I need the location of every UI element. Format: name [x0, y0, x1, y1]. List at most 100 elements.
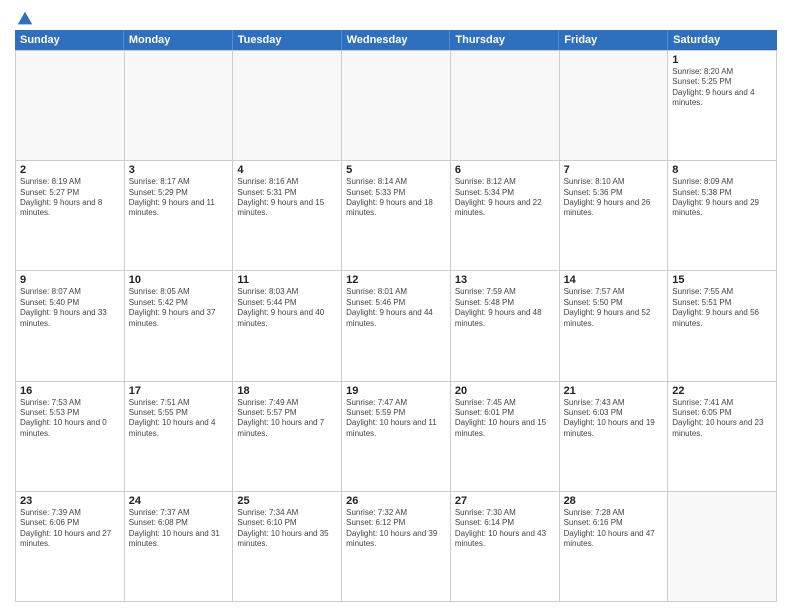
day-number: 2	[20, 164, 120, 176]
cal-cell	[125, 51, 234, 161]
day-info: Sunrise: 7:51 AM Sunset: 5:55 PM Dayligh…	[129, 398, 229, 440]
day-info: Sunrise: 8:20 AM Sunset: 5:25 PM Dayligh…	[672, 67, 772, 109]
day-number: 23	[20, 495, 120, 507]
day-number: 15	[672, 274, 772, 286]
cal-cell: 19Sunrise: 7:47 AM Sunset: 5:59 PM Dayli…	[342, 382, 451, 492]
day-info: Sunrise: 7:34 AM Sunset: 6:10 PM Dayligh…	[237, 508, 337, 550]
cal-cell: 24Sunrise: 7:37 AM Sunset: 6:08 PM Dayli…	[125, 492, 234, 602]
cal-cell	[233, 51, 342, 161]
header-day-wednesday: Wednesday	[342, 30, 451, 50]
cal-cell: 5Sunrise: 8:14 AM Sunset: 5:33 PM Daylig…	[342, 161, 451, 271]
day-number: 25	[237, 495, 337, 507]
cal-cell: 16Sunrise: 7:53 AM Sunset: 5:53 PM Dayli…	[16, 382, 125, 492]
day-info: Sunrise: 7:28 AM Sunset: 6:16 PM Dayligh…	[564, 508, 664, 550]
logo-icon	[16, 10, 34, 28]
day-number: 3	[129, 164, 229, 176]
day-info: Sunrise: 7:30 AM Sunset: 6:14 PM Dayligh…	[455, 508, 555, 550]
day-info: Sunrise: 8:07 AM Sunset: 5:40 PM Dayligh…	[20, 287, 120, 329]
day-info: Sunrise: 8:17 AM Sunset: 5:29 PM Dayligh…	[129, 177, 229, 219]
day-info: Sunrise: 7:45 AM Sunset: 6:01 PM Dayligh…	[455, 398, 555, 440]
day-info: Sunrise: 7:47 AM Sunset: 5:59 PM Dayligh…	[346, 398, 446, 440]
header-day-monday: Monday	[124, 30, 233, 50]
day-number: 12	[346, 274, 446, 286]
calendar-header: SundayMondayTuesdayWednesdayThursdayFrid…	[15, 30, 777, 50]
cal-cell: 2Sunrise: 8:19 AM Sunset: 5:27 PM Daylig…	[16, 161, 125, 271]
cal-cell: 8Sunrise: 8:09 AM Sunset: 5:38 PM Daylig…	[668, 161, 777, 271]
cal-cell: 22Sunrise: 7:41 AM Sunset: 6:05 PM Dayli…	[668, 382, 777, 492]
day-info: Sunrise: 7:59 AM Sunset: 5:48 PM Dayligh…	[455, 287, 555, 329]
day-info: Sunrise: 7:43 AM Sunset: 6:03 PM Dayligh…	[564, 398, 664, 440]
day-number: 26	[346, 495, 446, 507]
header-day-saturday: Saturday	[668, 30, 777, 50]
cal-cell: 14Sunrise: 7:57 AM Sunset: 5:50 PM Dayli…	[560, 271, 669, 381]
day-info: Sunrise: 8:14 AM Sunset: 5:33 PM Dayligh…	[346, 177, 446, 219]
day-number: 11	[237, 274, 337, 286]
day-number: 16	[20, 385, 120, 397]
header-day-sunday: Sunday	[15, 30, 124, 50]
cal-cell: 12Sunrise: 8:01 AM Sunset: 5:46 PM Dayli…	[342, 271, 451, 381]
week-row-2: 2Sunrise: 8:19 AM Sunset: 5:27 PM Daylig…	[16, 161, 777, 271]
day-number: 27	[455, 495, 555, 507]
cal-cell: 6Sunrise: 8:12 AM Sunset: 5:34 PM Daylig…	[451, 161, 560, 271]
cal-cell: 3Sunrise: 8:17 AM Sunset: 5:29 PM Daylig…	[125, 161, 234, 271]
day-number: 1	[672, 54, 772, 66]
cal-cell: 26Sunrise: 7:32 AM Sunset: 6:12 PM Dayli…	[342, 492, 451, 602]
cal-cell: 15Sunrise: 7:55 AM Sunset: 5:51 PM Dayli…	[668, 271, 777, 381]
cal-cell	[668, 492, 777, 602]
week-row-1: 1Sunrise: 8:20 AM Sunset: 5:25 PM Daylig…	[16, 51, 777, 161]
cal-cell	[560, 51, 669, 161]
cal-cell	[16, 51, 125, 161]
cal-cell: 4Sunrise: 8:16 AM Sunset: 5:31 PM Daylig…	[233, 161, 342, 271]
day-number: 14	[564, 274, 664, 286]
cal-cell: 10Sunrise: 8:05 AM Sunset: 5:42 PM Dayli…	[125, 271, 234, 381]
day-number: 17	[129, 385, 229, 397]
cal-cell: 21Sunrise: 7:43 AM Sunset: 6:03 PM Dayli…	[560, 382, 669, 492]
day-number: 7	[564, 164, 664, 176]
day-info: Sunrise: 7:49 AM Sunset: 5:57 PM Dayligh…	[237, 398, 337, 440]
day-number: 13	[455, 274, 555, 286]
cal-cell: 25Sunrise: 7:34 AM Sunset: 6:10 PM Dayli…	[233, 492, 342, 602]
day-info: Sunrise: 8:16 AM Sunset: 5:31 PM Dayligh…	[237, 177, 337, 219]
cal-cell: 13Sunrise: 7:59 AM Sunset: 5:48 PM Dayli…	[451, 271, 560, 381]
cal-cell: 1Sunrise: 8:20 AM Sunset: 5:25 PM Daylig…	[668, 51, 777, 161]
day-number: 9	[20, 274, 120, 286]
day-info: Sunrise: 7:39 AM Sunset: 6:06 PM Dayligh…	[20, 508, 120, 550]
day-number: 5	[346, 164, 446, 176]
week-row-3: 9Sunrise: 8:07 AM Sunset: 5:40 PM Daylig…	[16, 271, 777, 381]
day-number: 20	[455, 385, 555, 397]
day-number: 8	[672, 164, 772, 176]
cal-cell	[451, 51, 560, 161]
cal-cell: 9Sunrise: 8:07 AM Sunset: 5:40 PM Daylig…	[16, 271, 125, 381]
day-number: 10	[129, 274, 229, 286]
day-number: 21	[564, 385, 664, 397]
day-info: Sunrise: 8:10 AM Sunset: 5:36 PM Dayligh…	[564, 177, 664, 219]
cal-cell: 7Sunrise: 8:10 AM Sunset: 5:36 PM Daylig…	[560, 161, 669, 271]
day-info: Sunrise: 7:53 AM Sunset: 5:53 PM Dayligh…	[20, 398, 120, 440]
header	[15, 10, 777, 24]
day-info: Sunrise: 7:55 AM Sunset: 5:51 PM Dayligh…	[672, 287, 772, 329]
page: SundayMondayTuesdayWednesdayThursdayFrid…	[0, 0, 792, 612]
day-info: Sunrise: 7:41 AM Sunset: 6:05 PM Dayligh…	[672, 398, 772, 440]
day-info: Sunrise: 8:19 AM Sunset: 5:27 PM Dayligh…	[20, 177, 120, 219]
header-day-friday: Friday	[559, 30, 668, 50]
day-info: Sunrise: 7:37 AM Sunset: 6:08 PM Dayligh…	[129, 508, 229, 550]
cal-cell: 11Sunrise: 8:03 AM Sunset: 5:44 PM Dayli…	[233, 271, 342, 381]
day-number: 28	[564, 495, 664, 507]
day-number: 19	[346, 385, 446, 397]
header-day-tuesday: Tuesday	[233, 30, 342, 50]
day-info: Sunrise: 8:05 AM Sunset: 5:42 PM Dayligh…	[129, 287, 229, 329]
day-number: 18	[237, 385, 337, 397]
day-info: Sunrise: 8:09 AM Sunset: 5:38 PM Dayligh…	[672, 177, 772, 219]
day-number: 6	[455, 164, 555, 176]
day-info: Sunrise: 8:12 AM Sunset: 5:34 PM Dayligh…	[455, 177, 555, 219]
header-day-thursday: Thursday	[450, 30, 559, 50]
day-info: Sunrise: 8:01 AM Sunset: 5:46 PM Dayligh…	[346, 287, 446, 329]
cal-cell	[342, 51, 451, 161]
day-number: 22	[672, 385, 772, 397]
week-row-5: 23Sunrise: 7:39 AM Sunset: 6:06 PM Dayli…	[16, 492, 777, 602]
day-number: 24	[129, 495, 229, 507]
cal-cell: 20Sunrise: 7:45 AM Sunset: 6:01 PM Dayli…	[451, 382, 560, 492]
cal-cell: 23Sunrise: 7:39 AM Sunset: 6:06 PM Dayli…	[16, 492, 125, 602]
day-info: Sunrise: 8:03 AM Sunset: 5:44 PM Dayligh…	[237, 287, 337, 329]
logo	[15, 10, 34, 24]
